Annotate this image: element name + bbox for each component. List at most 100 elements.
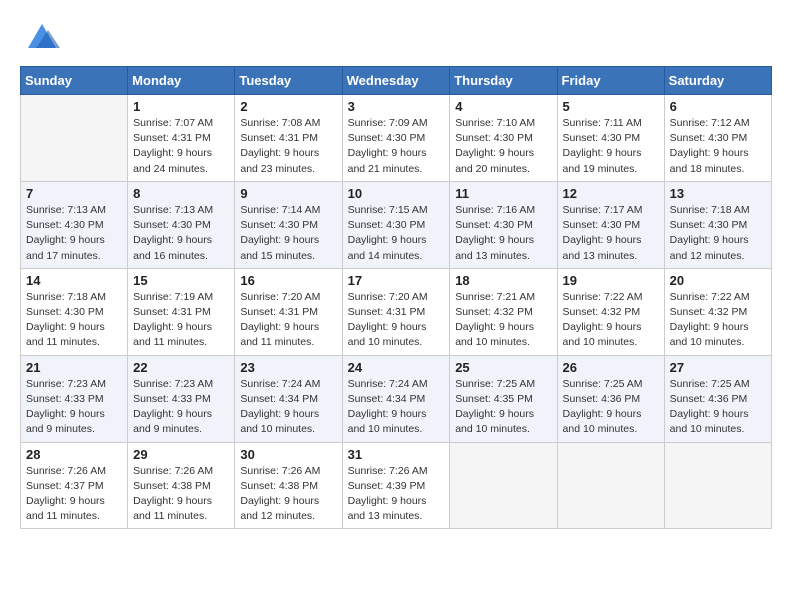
calendar-day-cell: 14 Sunrise: 7:18 AMSunset: 4:30 PMDayligh…	[21, 268, 128, 355]
calendar-day-cell: 4 Sunrise: 7:10 AMSunset: 4:30 PMDaylight…	[450, 95, 557, 182]
day-number: 25	[455, 360, 551, 375]
calendar-day-cell: 18 Sunrise: 7:21 AMSunset: 4:32 PMDayligh…	[450, 268, 557, 355]
day-number: 13	[670, 186, 766, 201]
calendar-day-cell: 28Sunrise: 7:26 AMSunset: 4:37 PMDayligh…	[21, 442, 128, 529]
day-info: Sunrise: 7:24 AMSunset: 4:34 PMDaylight:…	[240, 377, 336, 438]
logo	[20, 20, 60, 56]
calendar-day-cell: 20 Sunrise: 7:22 AMSunset: 4:32 PMDayligh…	[664, 268, 771, 355]
day-number: 22	[133, 360, 229, 375]
day-number: 18	[455, 273, 551, 288]
calendar-header-row: SundayMondayTuesdayWednesdayThursdayFrid…	[21, 67, 772, 95]
day-number: 17	[348, 273, 445, 288]
calendar-day-cell: 8 Sunrise: 7:13 AMSunset: 4:30 PMDaylight…	[128, 181, 235, 268]
calendar-day-cell: 23 Sunrise: 7:24 AMSunset: 4:34 PMDayligh…	[235, 355, 342, 442]
calendar-day-cell: 26 Sunrise: 7:25 AMSunset: 4:36 PMDayligh…	[557, 355, 664, 442]
day-of-week-header: Thursday	[450, 67, 557, 95]
day-number: 15	[133, 273, 229, 288]
logo-icon	[24, 20, 60, 56]
calendar-day-cell: 22 Sunrise: 7:23 AMSunset: 4:33 PMDayligh…	[128, 355, 235, 442]
calendar-table: SundayMondayTuesdayWednesdayThursdayFrid…	[20, 66, 772, 529]
day-number: 23	[240, 360, 336, 375]
calendar-day-cell: 17 Sunrise: 7:20 AMSunset: 4:31 PMDayligh…	[342, 268, 450, 355]
day-info: Sunrise: 7:13 AMSunset: 4:30 PMDaylight:…	[26, 203, 122, 264]
day-info: Sunrise: 7:26 AMSunset: 4:38 PMDaylight:…	[240, 464, 336, 525]
day-number: 2	[240, 99, 336, 114]
day-info: Sunrise: 7:12 AMSunset: 4:30 PMDaylight:…	[670, 116, 766, 177]
day-info: Sunrise: 7:20 AMSunset: 4:31 PMDaylight:…	[240, 290, 336, 351]
day-info: Sunrise: 7:07 AMSunset: 4:31 PMDaylight:…	[133, 116, 229, 177]
calendar-day-cell	[557, 442, 664, 529]
calendar-day-cell: 24 Sunrise: 7:24 AMSunset: 4:34 PMDayligh…	[342, 355, 450, 442]
day-info: Sunrise: 7:25 AMSunset: 4:36 PMDaylight:…	[563, 377, 659, 438]
calendar-day-cell: 7Sunrise: 7:13 AMSunset: 4:30 PMDaylight…	[21, 181, 128, 268]
day-number: 30	[240, 447, 336, 462]
day-number: 4	[455, 99, 551, 114]
day-number: 10	[348, 186, 445, 201]
day-info: Sunrise: 7:25 AMSunset: 4:36 PMDaylight:…	[670, 377, 766, 438]
day-info: Sunrise: 7:18 AMSunset: 4:30 PMDaylight:…	[26, 290, 122, 351]
day-number: 9	[240, 186, 336, 201]
day-of-week-header: Friday	[557, 67, 664, 95]
day-number: 26	[563, 360, 659, 375]
day-number: 27	[670, 360, 766, 375]
day-info: Sunrise: 7:19 AMSunset: 4:31 PMDaylight:…	[133, 290, 229, 351]
calendar-day-cell: 30 Sunrise: 7:26 AMSunset: 4:38 PMDayligh…	[235, 442, 342, 529]
day-info: Sunrise: 7:14 AMSunset: 4:30 PMDaylight:…	[240, 203, 336, 264]
day-of-week-header: Monday	[128, 67, 235, 95]
day-info: Sunrise: 7:22 AMSunset: 4:32 PMDaylight:…	[670, 290, 766, 351]
day-number: 19	[563, 273, 659, 288]
day-info: Sunrise: 7:09 AMSunset: 4:30 PMDaylight:…	[348, 116, 445, 177]
day-info: Sunrise: 7:26 AMSunset: 4:39 PMDaylight:…	[348, 464, 445, 525]
calendar-week-row: 14 Sunrise: 7:18 AMSunset: 4:30 PMDayligh…	[21, 268, 772, 355]
calendar-day-cell	[21, 95, 128, 182]
calendar-day-cell: 19 Sunrise: 7:22 AMSunset: 4:32 PMDayligh…	[557, 268, 664, 355]
calendar-day-cell: 13Sunrise: 7:18 AMSunset: 4:30 PMDayligh…	[664, 181, 771, 268]
calendar-day-cell: 21 Sunrise: 7:23 AMSunset: 4:33 PMDayligh…	[21, 355, 128, 442]
day-number: 11	[455, 186, 551, 201]
day-number: 29	[133, 447, 229, 462]
day-info: Sunrise: 7:23 AMSunset: 4:33 PMDaylight:…	[133, 377, 229, 438]
day-number: 20	[670, 273, 766, 288]
day-info: Sunrise: 7:13 AMSunset: 4:30 PMDaylight:…	[133, 203, 229, 264]
day-info: Sunrise: 7:26 AMSunset: 4:38 PMDaylight:…	[133, 464, 229, 525]
calendar-week-row: 21 Sunrise: 7:23 AMSunset: 4:33 PMDayligh…	[21, 355, 772, 442]
day-number: 3	[348, 99, 445, 114]
day-number: 5	[563, 99, 659, 114]
calendar-day-cell: 9 Sunrise: 7:14 AMSunset: 4:30 PMDaylight…	[235, 181, 342, 268]
day-number: 24	[348, 360, 445, 375]
calendar-week-row: 1 Sunrise: 7:07 AMSunset: 4:31 PMDaylight…	[21, 95, 772, 182]
day-info: Sunrise: 7:21 AMSunset: 4:32 PMDaylight:…	[455, 290, 551, 351]
day-of-week-header: Sunday	[21, 67, 128, 95]
day-info: Sunrise: 7:20 AMSunset: 4:31 PMDaylight:…	[348, 290, 445, 351]
calendar-day-cell: 31 Sunrise: 7:26 AMSunset: 4:39 PMDayligh…	[342, 442, 450, 529]
day-number: 21	[26, 360, 122, 375]
day-number: 31	[348, 447, 445, 462]
calendar-day-cell: 25 Sunrise: 7:25 AMSunset: 4:35 PMDayligh…	[450, 355, 557, 442]
day-info: Sunrise: 7:25 AMSunset: 4:35 PMDaylight:…	[455, 377, 551, 438]
day-info: Sunrise: 7:17 AMSunset: 4:30 PMDaylight:…	[563, 203, 659, 264]
day-number: 28	[26, 447, 122, 462]
calendar-day-cell: 27 Sunrise: 7:25 AMSunset: 4:36 PMDayligh…	[664, 355, 771, 442]
day-of-week-header: Saturday	[664, 67, 771, 95]
day-info: Sunrise: 7:23 AMSunset: 4:33 PMDaylight:…	[26, 377, 122, 438]
day-info: Sunrise: 7:10 AMSunset: 4:30 PMDaylight:…	[455, 116, 551, 177]
day-number: 14	[26, 273, 122, 288]
calendar-week-row: 28Sunrise: 7:26 AMSunset: 4:37 PMDayligh…	[21, 442, 772, 529]
day-number: 8	[133, 186, 229, 201]
calendar-day-cell: 10Sunrise: 7:15 AMSunset: 4:30 PMDayligh…	[342, 181, 450, 268]
day-info: Sunrise: 7:22 AMSunset: 4:32 PMDaylight:…	[563, 290, 659, 351]
day-info: Sunrise: 7:11 AMSunset: 4:30 PMDaylight:…	[563, 116, 659, 177]
day-number: 16	[240, 273, 336, 288]
day-info: Sunrise: 7:24 AMSunset: 4:34 PMDaylight:…	[348, 377, 445, 438]
page-header	[20, 20, 772, 56]
calendar-day-cell: 16 Sunrise: 7:20 AMSunset: 4:31 PMDayligh…	[235, 268, 342, 355]
calendar-day-cell: 11Sunrise: 7:16 AMSunset: 4:30 PMDayligh…	[450, 181, 557, 268]
day-of-week-header: Wednesday	[342, 67, 450, 95]
day-of-week-header: Tuesday	[235, 67, 342, 95]
calendar-day-cell: 15 Sunrise: 7:19 AMSunset: 4:31 PMDayligh…	[128, 268, 235, 355]
calendar-day-cell: 6Sunrise: 7:12 AMSunset: 4:30 PMDaylight…	[664, 95, 771, 182]
day-number: 1	[133, 99, 229, 114]
day-info: Sunrise: 7:08 AMSunset: 4:31 PMDaylight:…	[240, 116, 336, 177]
calendar-day-cell: 12Sunrise: 7:17 AMSunset: 4:30 PMDayligh…	[557, 181, 664, 268]
calendar-day-cell: 2 Sunrise: 7:08 AMSunset: 4:31 PMDaylight…	[235, 95, 342, 182]
